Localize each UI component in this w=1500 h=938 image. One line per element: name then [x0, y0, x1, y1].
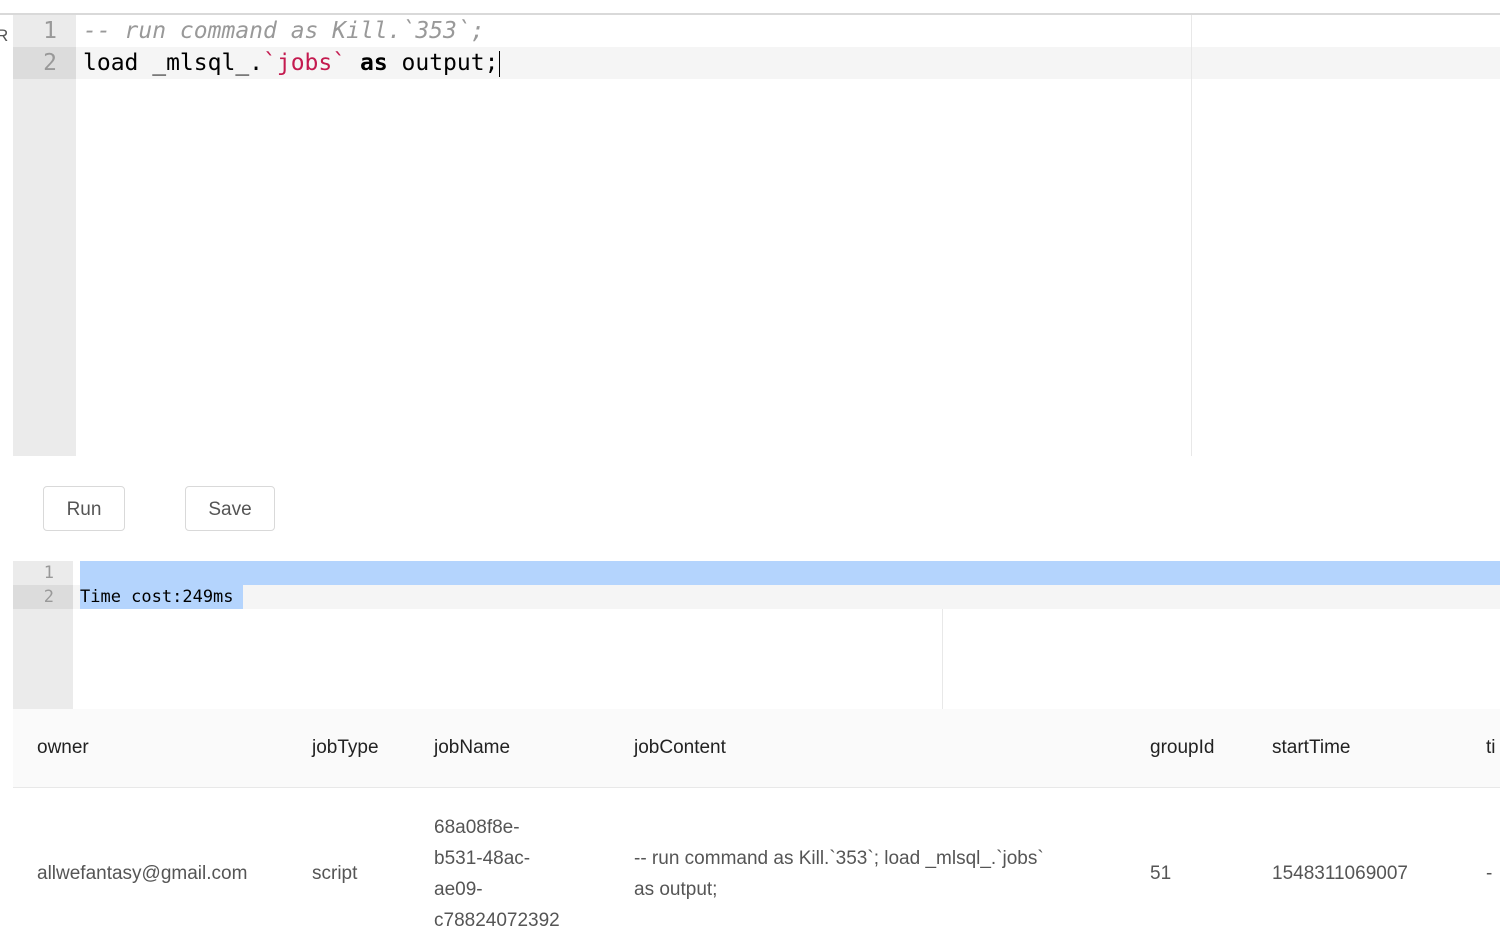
code-keyword: as — [359, 50, 388, 76]
console-line-number: 2 — [43, 587, 54, 607]
console-active-line — [73, 585, 1500, 609]
results-table: owner jobType jobName jobContent groupId… — [13, 709, 1500, 938]
table-header: owner jobType jobName jobContent groupId… — [13, 709, 1500, 788]
code-string: `jobs` — [263, 50, 347, 76]
code-comment: -- run command as Kill.`353`; — [83, 18, 485, 44]
output-console[interactable]: 1 2 Time cost:249ms — [13, 561, 1500, 709]
time-cost-output: Time cost:249ms — [80, 587, 234, 607]
console-print-margin — [942, 609, 943, 709]
cell-jobname-line: c78824072392 — [434, 910, 560, 931]
column-header-timeout[interactable]: ti — [1486, 709, 1496, 787]
column-header-groupid[interactable]: groupId — [1150, 709, 1214, 787]
column-header-owner[interactable]: owner — [37, 709, 89, 787]
cell-jobname-line: 68a08f8e- — [434, 817, 520, 838]
cell-timeout: - — [1486, 863, 1493, 884]
cell-owner: allwefantasy@gmail.com — [37, 863, 248, 884]
editor-gutter — [13, 15, 76, 456]
cell-jobname-line: ae09- — [434, 879, 483, 900]
cell-jobname-line: b531-48ac- — [434, 848, 531, 869]
editor-code-line-2[interactable]: load _mlsql_.`jobs` as output; — [83, 47, 501, 79]
cell-jobcontent: -- run command as Kill.`353`; load _mlsq… — [634, 843, 1044, 905]
column-header-jobname[interactable]: jobName — [434, 709, 510, 787]
run-button[interactable]: Run — [43, 486, 125, 531]
editor-code-line-1[interactable]: -- run command as Kill.`353`; — [83, 15, 485, 47]
editor-line-number: 2 — [43, 50, 57, 76]
console-line-number: 1 — [43, 563, 54, 583]
save-button[interactable]: Save — [185, 486, 275, 531]
code-text: output; — [387, 50, 499, 76]
cell-jobname: 68a08f8e- b531-48ac- ae09- c78824072392 — [434, 812, 560, 936]
cell-groupid: 51 — [1150, 863, 1172, 884]
code-text: load _mlsql_. — [83, 50, 264, 76]
column-header-starttime[interactable]: startTime — [1272, 709, 1350, 787]
left-edge-glyph: R — [0, 26, 9, 45]
cell-starttime: 1548311069007 — [1272, 863, 1408, 884]
column-header-jobcontent[interactable]: jobContent — [634, 709, 726, 787]
editor-print-margin — [1191, 15, 1192, 456]
cell-jobtype: script — [312, 863, 358, 884]
column-header-jobtype[interactable]: jobType — [312, 709, 379, 787]
cell-jobcontent-line: -- run command as Kill.`353`; load _mlsq… — [634, 848, 1044, 869]
table-row[interactable]: allwefantasy@gmail.com script 68a08f8e- … — [13, 788, 1500, 938]
cell-jobcontent-line: as output; — [634, 879, 718, 900]
code-editor[interactable]: 1 2 -- run command as Kill.`353`; load _… — [13, 15, 1500, 456]
console-selection — [80, 561, 1500, 585]
editor-line-number: 1 — [43, 18, 57, 44]
text-cursor — [499, 50, 501, 77]
